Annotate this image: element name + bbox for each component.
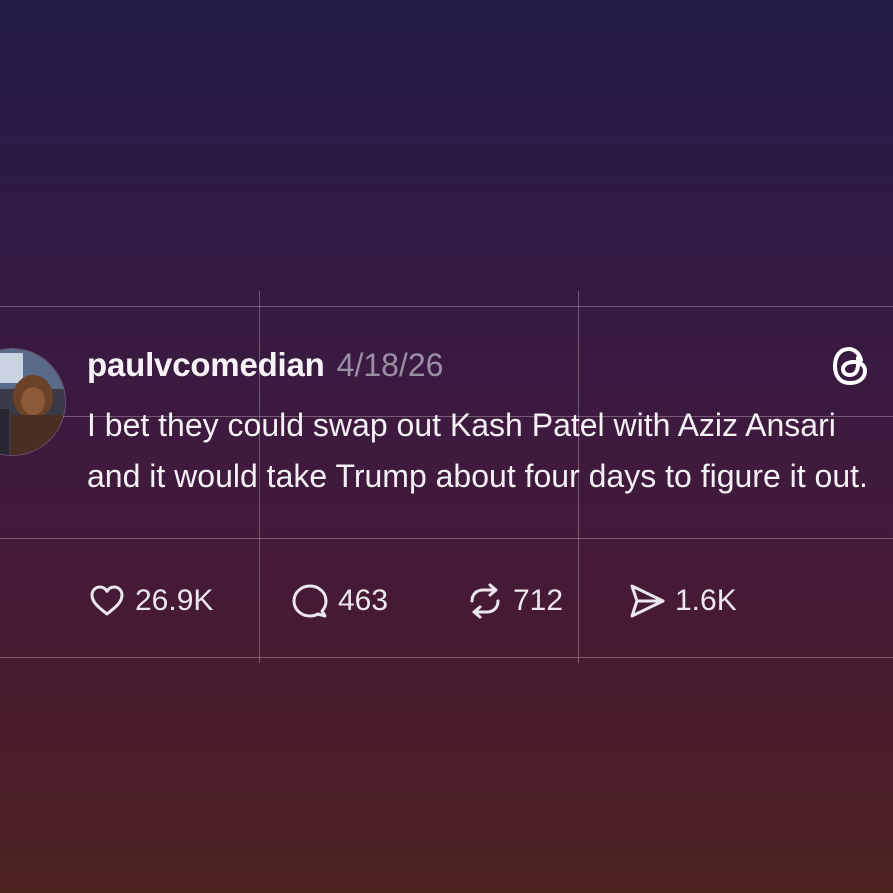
like-button[interactable]: 26.9K — [87, 578, 213, 624]
grid-guide-line — [0, 538, 893, 539]
repost-count: 712 — [513, 584, 564, 617]
avatar[interactable] — [0, 348, 66, 456]
grid-guide-line — [0, 657, 893, 658]
reply-button[interactable]: 463 — [290, 578, 388, 624]
avatar-photo — [0, 349, 65, 455]
like-count: 26.9K — [135, 584, 214, 617]
post-date: 4/18/26 — [336, 346, 444, 383]
grid-guide-line — [0, 306, 893, 307]
speech-bubble-icon — [292, 584, 328, 618]
share-button[interactable]: 1.6K — [627, 578, 737, 624]
reply-count: 463 — [338, 584, 389, 617]
username[interactable]: paulvcomedian — [87, 346, 325, 384]
threads-logo-icon — [832, 346, 870, 386]
repost-button[interactable]: 712 — [465, 578, 563, 624]
send-icon — [630, 584, 665, 618]
post-header: paulvcomedian 4/18/26 — [87, 343, 443, 387]
share-count: 1.6K — [675, 584, 737, 617]
repost-icon — [470, 583, 500, 619]
heart-icon — [90, 585, 124, 616]
post-body-text: I bet they could swap out Kash Patel wit… — [87, 407, 868, 494]
